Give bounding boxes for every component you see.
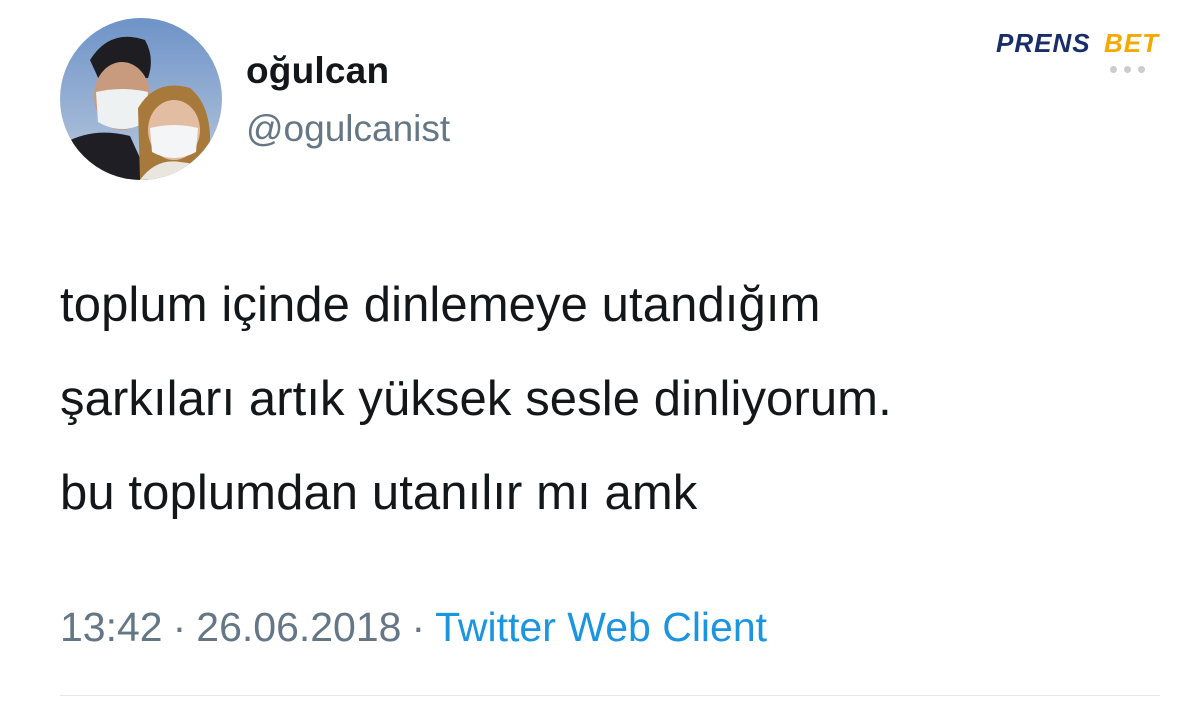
- avatar-photo: [60, 18, 222, 180]
- tweet-time[interactable]: 13:42: [60, 604, 163, 650]
- watermark-logo: PRENS BET: [994, 28, 1194, 58]
- tweet-text-line: şarkıları artık yüksek sesle dinliyorum.: [60, 372, 892, 426]
- tweet-text: toplum içinde dinlemeye utandığım şarkıl…: [60, 258, 1160, 540]
- source-client-link[interactable]: Twitter Web Client: [435, 604, 767, 650]
- avatar[interactable]: [60, 18, 222, 180]
- tweet-meta: 13:42 · 26.06.2018 · Twitter Web Client: [60, 604, 767, 651]
- dot: [1138, 65, 1145, 73]
- svg-text:BET: BET: [1104, 28, 1160, 58]
- dot: [1110, 65, 1117, 73]
- tweet-text-line: toplum içinde dinlemeye utandığım: [60, 278, 821, 332]
- display-name[interactable]: oğulcan: [246, 50, 389, 92]
- prensbet-logo-icon: PRENS BET: [996, 28, 1160, 58]
- meta-separator: ·: [411, 604, 426, 650]
- divider: [60, 695, 1160, 696]
- svg-text:PRENS: PRENS: [996, 28, 1091, 58]
- more-options-icon[interactable]: [1110, 62, 1158, 76]
- tweet-card: oğulcan @ogulcanist PRENS BET toplum içi…: [0, 0, 1200, 721]
- tweet-text-line: bu toplumdan utanılır mı amk: [60, 466, 698, 520]
- meta-separator: ·: [172, 604, 187, 650]
- dot: [1124, 65, 1131, 73]
- tweet-date[interactable]: 26.06.2018: [196, 604, 401, 650]
- user-handle[interactable]: @ogulcanist: [246, 108, 450, 150]
